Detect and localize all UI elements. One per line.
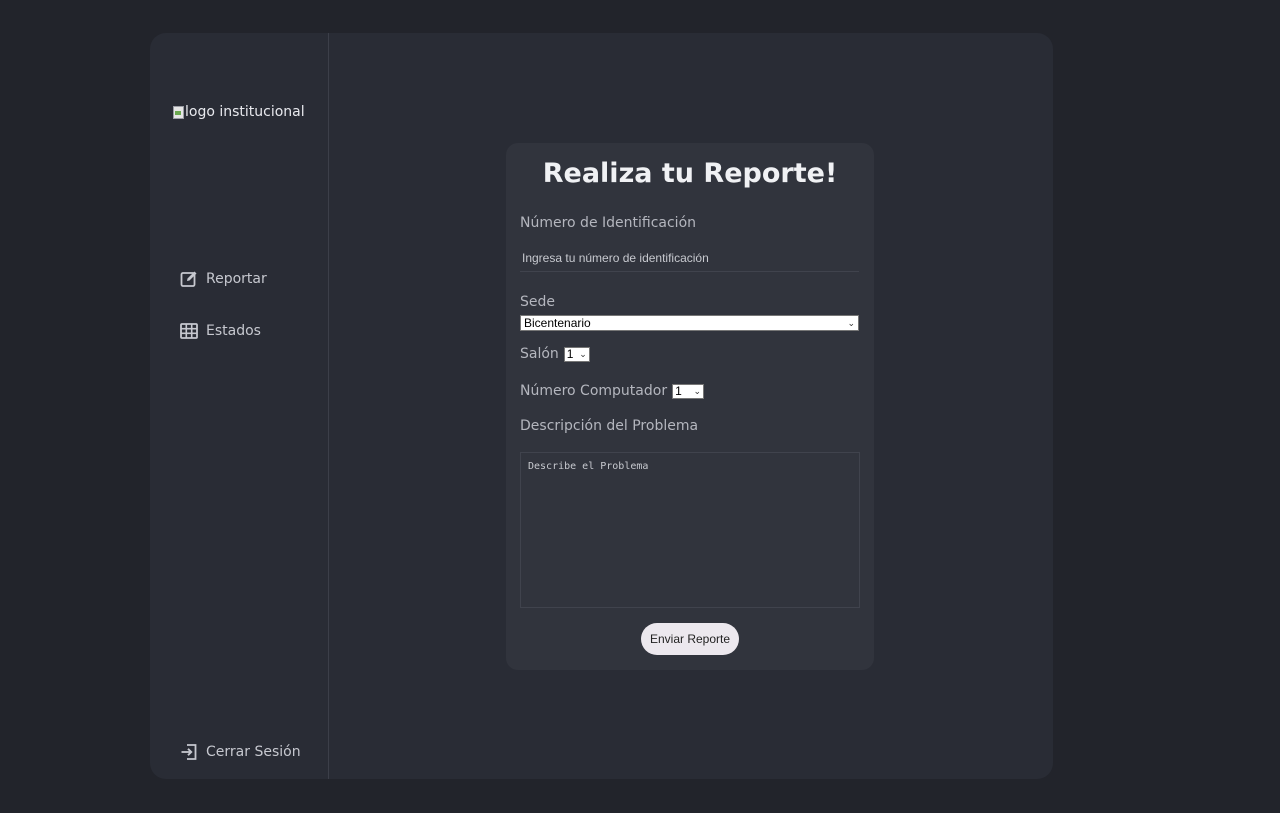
computer-label: Número Computador xyxy=(520,383,668,399)
chevron-down-icon: ⌄ xyxy=(693,385,702,396)
id-number-input[interactable] xyxy=(520,244,859,272)
id-label: Número de Identificación xyxy=(520,215,697,231)
institution-logo: logo institucional xyxy=(172,104,305,120)
sidebar-item-reportar[interactable]: Reportar xyxy=(180,270,267,288)
broken-image-icon xyxy=(172,105,185,120)
sidebar-item-estados[interactable]: Estados xyxy=(180,322,261,340)
submit-report-button[interactable]: Enviar Reporte xyxy=(641,623,739,655)
logout-button[interactable]: Cerrar Sesión xyxy=(180,743,301,761)
table-grid-icon xyxy=(180,323,198,339)
sidebar-item-label: Reportar xyxy=(206,271,267,287)
form-title: Realiza tu Reporte! xyxy=(542,158,838,189)
sidebar: logo institucional Reportar Estados Cerr… xyxy=(150,33,329,779)
sede-label: Sede xyxy=(520,294,555,310)
salon-select[interactable]: 1 ⌄ xyxy=(563,346,590,362)
chevron-down-icon: ⌄ xyxy=(847,317,855,328)
salon-label: Salón xyxy=(520,346,559,362)
sidebar-item-label: Estados xyxy=(206,323,261,339)
description-label: Descripción del Problema xyxy=(520,418,699,434)
computer-selected-value: 1 xyxy=(675,384,682,398)
logo-alt-text: logo institucional xyxy=(185,104,305,120)
chevron-down-icon: ⌄ xyxy=(579,348,587,359)
computer-select[interactable]: 1 ⌄ xyxy=(672,383,705,399)
app-window: logo institucional Reportar Estados Cerr… xyxy=(150,33,1053,779)
sign-out-icon xyxy=(181,744,197,760)
sede-selected-value: Bicentenario xyxy=(524,316,591,330)
description-textarea[interactable] xyxy=(520,452,860,608)
logout-label: Cerrar Sesión xyxy=(206,744,301,760)
salon-row: Salón 1 ⌄ xyxy=(520,346,590,362)
report-form: Realiza tu Reporte! Número de Identifica… xyxy=(506,143,874,670)
computer-row: Número Computador 1 ⌄ xyxy=(520,383,705,399)
edit-square-icon xyxy=(180,271,197,287)
sede-select[interactable]: Bicentenario ⌄ xyxy=(520,315,859,331)
salon-selected-value: 1 xyxy=(566,347,574,361)
